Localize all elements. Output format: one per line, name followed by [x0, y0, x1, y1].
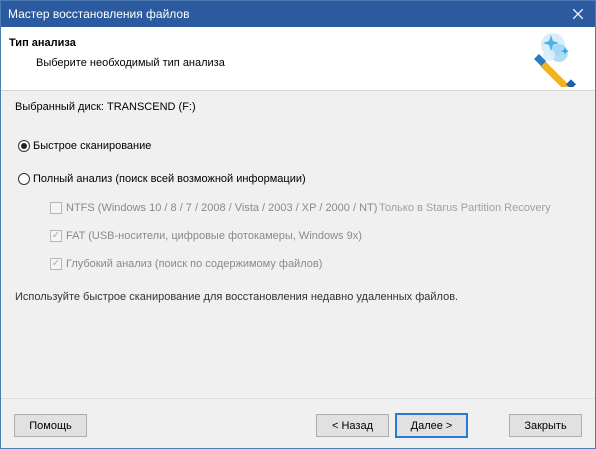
back-button[interactable]: < Назад — [316, 414, 389, 437]
help-button[interactable]: Помощь — [14, 414, 87, 437]
hint-text: Используйте быстрое сканирование для вос… — [15, 291, 459, 303]
window-title: Мастер восстановления файлов — [8, 7, 190, 21]
deep-analysis-checkbox[interactable]: ✓ — [50, 258, 62, 270]
fat-checkbox[interactable]: ✓ — [50, 230, 62, 242]
close-dialog-button[interactable]: Закрыть — [509, 414, 582, 437]
wizard-header: Тип анализа Выберите необходимый тип ана… — [1, 27, 595, 91]
fat-label: FAT (USB-носители, цифровые фотокамеры, … — [66, 230, 362, 242]
ntfs-checkbox[interactable] — [50, 202, 62, 214]
full-analysis-label[interactable]: Полный анализ (поиск всей возможной инфо… — [33, 173, 306, 185]
next-button[interactable]: Далее > — [395, 413, 468, 438]
title-bar[interactable]: Мастер восстановления файлов — [1, 1, 595, 27]
ntfs-label: NTFS (Windows 10 / 8 / 7 / 2008 / Vista … — [66, 202, 378, 214]
magic-wand-icon — [534, 33, 577, 87]
full-analysis-radio[interactable] — [18, 173, 30, 185]
ntfs-note: Только в Starus Partition Recovery — [379, 202, 551, 214]
quick-scan-radio[interactable] — [18, 140, 30, 152]
footer-divider — [1, 398, 595, 399]
wizard-window: Мастер восстановления файлов Тип анализа… — [0, 0, 596, 449]
selected-disk-label: Выбранный диск: TRANSCEND (F:) — [15, 101, 196, 113]
page-subtitle: Выберите необходимый тип анализа — [36, 57, 225, 69]
page-title: Тип анализа — [9, 37, 76, 49]
quick-scan-label[interactable]: Быстрое сканирование — [33, 140, 151, 152]
close-icon — [573, 9, 583, 19]
deep-analysis-label: Глубокий анализ (поиск по содержимому фа… — [66, 258, 323, 270]
close-button[interactable] — [561, 1, 595, 27]
